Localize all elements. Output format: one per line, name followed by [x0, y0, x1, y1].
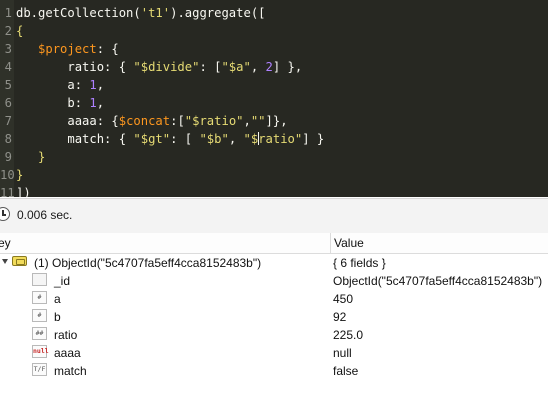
- null-icon: null: [32, 345, 49, 358]
- code-token: ).aggregate([: [170, 6, 266, 20]
- code-token: $project: [38, 42, 97, 56]
- code-token: ,: [228, 132, 244, 146]
- code-token: }: [16, 168, 24, 182]
- code-token: }: [16, 150, 46, 164]
- code-line[interactable]: 1 db.getCollection('t1').aggregate([: [0, 4, 266, 22]
- code-token: 1: [89, 78, 97, 92]
- code-token: ,: [96, 78, 105, 92]
- code-line[interactable]: 10}: [0, 166, 23, 184]
- line-number: 8: [4, 132, 12, 146]
- code-token: ] },: [272, 60, 303, 74]
- code-token: 't1': [140, 6, 171, 20]
- line-number: 9: [4, 150, 12, 164]
- field-value: ObjectId("5c4707fa5eff4cca8152483b"): [333, 274, 543, 288]
- field-value: false: [333, 364, 359, 378]
- line-number: 11: [0, 186, 15, 197]
- document-label: (1) ObjectId("5c4707fa5eff4cca8152483b"): [34, 256, 262, 270]
- line-number: 3: [4, 42, 12, 56]
- code-line[interactable]: 3 $project: {: [0, 40, 119, 58]
- code-line[interactable]: 8 match: { "$gt": [ "$b", "$ratio"] }: [0, 130, 324, 148]
- code-token: "$divide": [133, 60, 200, 74]
- line-number: 10: [0, 168, 15, 182]
- execution-time: 0.006 sec.: [17, 208, 73, 222]
- code-token: db.getCollection(: [16, 6, 141, 20]
- key-column-header[interactable]: ey: [0, 236, 11, 250]
- code-line[interactable]: 7 aaaa: {$concat:["$ratio",""]},: [0, 112, 288, 130]
- document-row[interactable]: (1) ObjectId("5c4707fa5eff4cca8152483b")…: [0, 254, 548, 272]
- field-key: a: [54, 292, 61, 306]
- code-token: $concat: [118, 114, 171, 128]
- code-token: : {: [96, 42, 119, 56]
- field-row[interactable]: _id ObjectId("5c4707fa5eff4cca8152483b"): [0, 272, 548, 290]
- line-number: 4: [4, 60, 12, 74]
- code-token: 2: [265, 60, 273, 74]
- code-token: ]): [16, 186, 31, 197]
- field-row[interactable]: # a 450: [0, 290, 548, 308]
- code-token: : [: [170, 132, 200, 146]
- field-value: 450: [333, 292, 354, 306]
- document-field-count: { 6 fields }: [333, 256, 386, 270]
- code-line[interactable]: 9 }: [0, 148, 46, 166]
- document-icon: [12, 256, 27, 266]
- code-editor[interactable]: 1 db.getCollection('t1').aggregate([2{3 $…: [0, 0, 548, 197]
- line-number: 2: [4, 24, 12, 38]
- field-key: match: [54, 364, 87, 378]
- code-token: "$b": [199, 132, 229, 146]
- code-token: aaaa: {: [16, 114, 119, 128]
- column-divider[interactable]: [330, 233, 331, 253]
- code-line[interactable]: 2{: [0, 22, 24, 40]
- code-token: ratio: {: [16, 60, 134, 74]
- field-value: 92: [333, 310, 347, 324]
- code-token: ,: [96, 96, 105, 110]
- status-bar: 0.006 sec.: [0, 198, 548, 234]
- code-line[interactable]: 6 b: 1,: [0, 94, 104, 112]
- objectid-icon: [32, 273, 47, 286]
- field-row[interactable]: null aaaa null: [0, 344, 548, 362]
- code-token: a:: [16, 78, 90, 92]
- field-value: null: [333, 346, 352, 360]
- code-token: "$ratio": [184, 114, 244, 128]
- code-token: ratio": [258, 132, 303, 146]
- code-token: "": [250, 114, 266, 128]
- code-line[interactable]: 4 ratio: { "$divide": ["$a", 2] },: [0, 58, 303, 76]
- line-number: 7: [4, 114, 12, 128]
- code-token: ,: [243, 114, 251, 128]
- code-token: ]},: [265, 114, 288, 128]
- code-token: "$a": [221, 60, 251, 74]
- line-number: 5: [4, 78, 12, 92]
- field-key: _id: [54, 274, 71, 288]
- code-token: : [: [199, 60, 222, 74]
- double-icon: ##: [32, 327, 47, 340]
- boolean-icon: T/F: [32, 363, 47, 376]
- results-table-header: ey Value: [0, 233, 548, 254]
- int-icon: #: [32, 309, 47, 322]
- code-token: :[: [170, 114, 185, 128]
- field-row[interactable]: # b 92: [0, 308, 548, 326]
- field-key: b: [54, 310, 61, 324]
- code-token: match: {: [16, 132, 134, 146]
- int-icon: #: [32, 291, 47, 304]
- expand-arrow-icon[interactable]: [2, 259, 8, 264]
- field-row[interactable]: T/F match false: [0, 362, 548, 380]
- code-token: {: [16, 24, 24, 38]
- code-token: ,: [250, 60, 266, 74]
- code-token: "$: [243, 132, 259, 146]
- field-value: 225.0: [333, 328, 364, 342]
- clock-icon: [0, 207, 10, 221]
- line-number: 6: [4, 96, 12, 110]
- code-token: b:: [16, 96, 90, 110]
- code-line[interactable]: 11]): [0, 184, 31, 197]
- code-line[interactable]: 5 a: 1,: [0, 76, 104, 94]
- code-token: ] }: [302, 132, 325, 146]
- field-row[interactable]: ## ratio 225.0: [0, 326, 548, 344]
- code-token: "$gt": [133, 132, 171, 146]
- value-column-header[interactable]: Value: [334, 236, 364, 250]
- field-key: ratio: [54, 328, 78, 342]
- field-key: aaaa: [54, 346, 81, 360]
- line-number: 1: [4, 6, 12, 20]
- code-token: 1: [89, 96, 97, 110]
